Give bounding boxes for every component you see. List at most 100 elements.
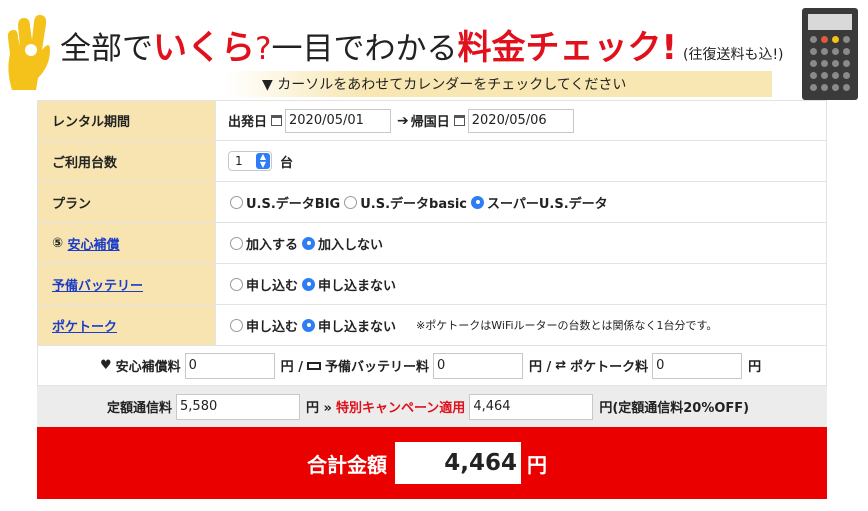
total-row: 合計金額 4,464 円: [37, 427, 827, 499]
calculator-key: [843, 84, 850, 91]
insurance-fee-field[interactable]: 0: [184, 352, 275, 379]
units-select[interactable]: 1 ▲ ▼: [228, 151, 272, 171]
poketalk-link[interactable]: ポケトーク: [52, 316, 117, 335]
campaign-note: 円(定額通信料20%OFF): [599, 401, 750, 416]
calculator-key: [810, 60, 817, 67]
calculator-key: [810, 48, 817, 55]
depart-date-input[interactable]: 2020/05/01: [285, 108, 392, 133]
stepper-icon: ▲ ▼: [256, 153, 270, 169]
option-label: 申し込まない: [318, 278, 397, 294]
option-label: スーパーU.S.データ: [487, 196, 608, 212]
insurance-row: ⑤ 安心補償 加入する 加入しない: [37, 223, 827, 264]
return-label: 帰国日: [410, 115, 450, 130]
radio-button[interactable]: [230, 195, 243, 209]
row-label: プラン: [38, 182, 216, 222]
plan-option-super[interactable]: スーパーU.S.データ: [469, 193, 608, 212]
option-label: U.S.データbasic: [360, 196, 467, 212]
calculator-screen: [808, 14, 852, 30]
radio-button-selected[interactable]: [302, 318, 316, 332]
plan-option-big[interactable]: U.S.データBIG: [228, 193, 340, 212]
option-fees-row: ♥ 安心補償料 0 円 / 予備バッテリー料 0 円 / ⇄ ポケトーク料 0 …: [37, 346, 827, 386]
regular-fee-field[interactable]: 5,580: [176, 393, 301, 420]
calendar-icon[interactable]: [271, 115, 283, 126]
battery-row: 予備バッテリー 申し込む 申し込まない: [37, 264, 827, 305]
option-label: 加入しない: [318, 237, 384, 253]
pricing-row: 定額通信料 5,580 円 » 特別キャンペーン適用 4,464 円(定額通信料…: [37, 386, 827, 427]
battery-fee-field[interactable]: 0: [432, 352, 523, 379]
calculator-key: [832, 36, 839, 43]
calculator-key: [821, 36, 828, 43]
calculator-key: [843, 72, 850, 79]
battery-link[interactable]: 予備バッテリー: [52, 275, 143, 294]
total-yen: 円: [527, 452, 547, 477]
yen-unit: 円: [748, 360, 762, 375]
calculator-key: [821, 48, 828, 55]
units-row: ご利用台数 1 ▲ ▼ 台: [37, 141, 827, 182]
radio-button-selected[interactable]: [471, 195, 484, 209]
insurance-option-join[interactable]: 加入する: [228, 234, 298, 253]
campaign-label: 特別キャンペーン適用: [335, 401, 466, 416]
instruction-text: ▼ カーソルをあわせてカレンダーをチェックしてください: [262, 77, 627, 93]
radio-button-selected[interactable]: [302, 277, 316, 291]
exchange-icon: ⇄: [555, 358, 567, 373]
radio-button[interactable]: [344, 195, 358, 209]
title-part: 一目でわかる: [271, 31, 458, 67]
radio-button[interactable]: [230, 236, 243, 250]
poketalk-fee-label: ポケトーク料: [570, 360, 649, 375]
calculator-key: [832, 72, 839, 79]
return-date-input[interactable]: 2020/05/06: [467, 108, 574, 133]
ok-hand-icon: [7, 14, 50, 91]
calculator-key: [821, 84, 828, 91]
calculator-key: [821, 60, 828, 67]
page-title: 全部で いくら ? 一目でわかる 料金チェック! (往復送料も込!): [60, 20, 784, 68]
calculator-key: [843, 36, 850, 43]
regular-fee-label: 定額通信料: [107, 401, 173, 416]
title-question: ?: [255, 31, 272, 67]
units-value: 1: [235, 154, 243, 168]
rental-period-row: レンタル期間 出発日 2020/05/01 ➔ 帰国日 2020/05/06: [37, 100, 827, 141]
total-label: 合計金額: [307, 452, 387, 477]
title-part: 全部で: [60, 31, 153, 67]
arrow-right-icon: ➔: [397, 112, 409, 129]
poketalk-note: ※ポケトークはWiFiルーターの台数とは関係なく1台分です。: [416, 319, 718, 332]
instruction-bar: ▼ カーソルをあわせてカレンダーをチェックしてください: [226, 71, 772, 97]
yen-separator: 円 »: [306, 401, 332, 416]
plan-row: プラン U.S.データBIG U.S.データbasic スーパーU.S.データ: [37, 182, 827, 223]
poketalk-row: ポケトーク 申し込む 申し込まない ※ポケトークはWiFiルーターの台数とは関係…: [37, 305, 827, 346]
row-label: ご利用台数: [38, 141, 216, 181]
plan-option-basic[interactable]: U.S.データbasic: [342, 193, 467, 212]
poketalk-option-apply[interactable]: 申し込む: [228, 316, 298, 335]
title-highlight: いくら: [153, 28, 255, 68]
row-label: レンタル期間: [38, 101, 216, 140]
title-note: (往復送料も込!): [682, 47, 784, 63]
yen-separator: 円 /: [528, 360, 552, 375]
option-label: 申し込まない: [318, 319, 397, 335]
radio-button[interactable]: [230, 318, 243, 332]
option-label: U.S.データBIG: [246, 196, 341, 212]
radio-button-selected[interactable]: [302, 236, 316, 250]
campaign-fee-field[interactable]: 4,464: [469, 393, 594, 420]
total-amount-field[interactable]: 4,464: [395, 442, 521, 484]
circled-number: ⑤: [52, 235, 64, 251]
row-label: ポケトーク: [38, 305, 216, 345]
depart-label: 出発日: [228, 115, 268, 130]
price-form: レンタル期間 出発日 2020/05/01 ➔ 帰国日 2020/05/06 ご…: [37, 100, 827, 499]
insurance-link[interactable]: 安心補償: [68, 234, 120, 253]
calculator-key: [843, 48, 850, 55]
calculator-key: [810, 36, 817, 43]
insurance-fee-label: 安心補償料: [115, 360, 181, 375]
heart-icon: ♥: [100, 358, 112, 373]
battery-icon: [306, 361, 321, 370]
battery-option-decline[interactable]: 申し込まない: [300, 275, 396, 294]
calculator-key: [832, 48, 839, 55]
poketalk-option-decline[interactable]: 申し込まない: [300, 316, 396, 335]
row-label: 予備バッテリー: [38, 264, 216, 304]
radio-button[interactable]: [230, 277, 243, 291]
title-highlight: 料金チェック!: [457, 28, 677, 68]
battery-option-apply[interactable]: 申し込む: [228, 275, 298, 294]
insurance-option-decline[interactable]: 加入しない: [300, 234, 383, 253]
calculator-icon: [802, 8, 858, 100]
calendar-icon[interactable]: [453, 115, 465, 126]
calculator-key: [821, 72, 828, 79]
poketalk-fee-field[interactable]: 0: [652, 352, 743, 379]
